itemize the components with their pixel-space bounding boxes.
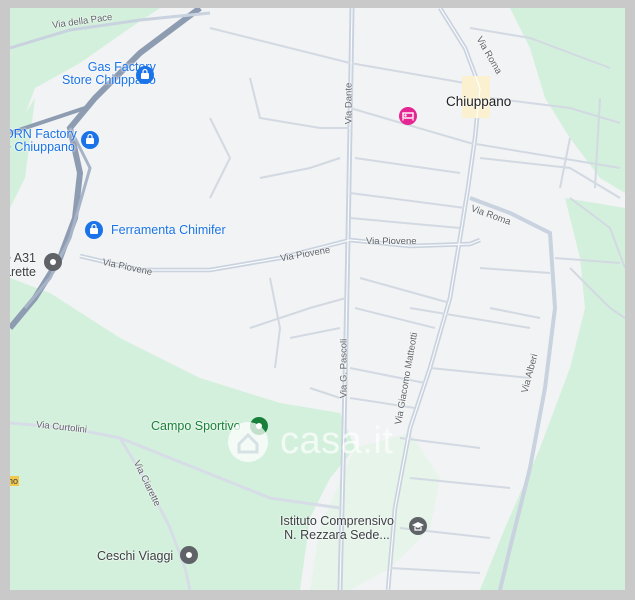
town-label[interactable]: Chiuppano <box>446 94 511 109</box>
edge-poi-text: ho <box>10 476 19 486</box>
map-base <box>10 8 625 590</box>
map-canvas[interactable]: Via della Pace Via Roma Via Dante Via Ro… <box>10 8 625 590</box>
poi-a31-line2: arette <box>10 265 36 279</box>
poi-label-orn-factory[interactable]: ORN Factory e Chiuppano <box>10 128 77 154</box>
watermark-text: casa.it <box>280 420 394 462</box>
poi-a31-line1: e A31 <box>10 251 36 265</box>
map-frame: Via della Pace Via Roma Via Dante Via Ro… <box>0 0 635 600</box>
shopping-bag-icon[interactable] <box>85 221 103 239</box>
poi-label-ceschi-viaggi[interactable]: Ceschi Viaggi <box>97 549 173 563</box>
edge-poi-label: ho <box>10 476 20 486</box>
street-label-via-dante: Via Dante <box>343 82 355 125</box>
poi-istituto-line2: N. Rezzara Sede... <box>284 528 390 542</box>
casa-it-watermark: casa.it <box>222 416 432 472</box>
poi-istituto-line1: Istituto Comprensivo <box>280 514 394 528</box>
school-pin-icon[interactable] <box>409 517 427 535</box>
street-label-via-g-pascoli: Via G. Pascoli <box>338 338 350 399</box>
poi-orn-factory-line2: e Chiuppano <box>10 140 75 154</box>
shopping-bag-icon[interactable] <box>136 66 154 84</box>
casa-logo-icon <box>228 422 268 462</box>
gas-station-pin-icon[interactable] <box>44 253 62 271</box>
travel-agency-pin-icon[interactable] <box>180 546 198 564</box>
shopping-bag-icon[interactable] <box>81 131 99 149</box>
highway-ramp <box>23 127 92 309</box>
poi-label-ferramenta[interactable]: Ferramenta Chimifer <box>111 224 226 237</box>
lodging-pin-icon[interactable] <box>399 107 417 125</box>
street-label-via-piovene-east: Via Piovene <box>366 236 417 247</box>
poi-label-a31[interactable]: e A31 arette <box>10 251 36 279</box>
poi-label-istituto[interactable]: Istituto Comprensivo N. Rezzara Sede... <box>280 514 394 542</box>
